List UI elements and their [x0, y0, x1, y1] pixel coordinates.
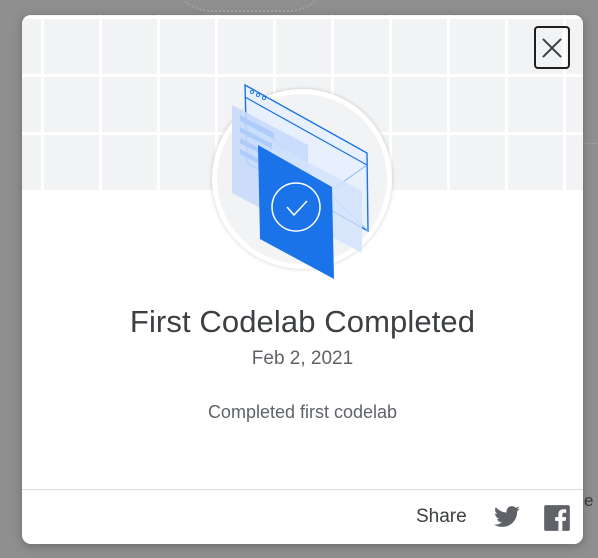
- badge-title: First Codelab Completed: [129, 304, 476, 339]
- background-text-fragment: e: [584, 491, 594, 510]
- twitter-icon: [494, 506, 520, 527]
- page-backdrop: e First Codelab Completed Feb 2, 2021 Co…: [0, 0, 598, 558]
- background-decoration: [170, 0, 330, 12]
- share-label: Share: [416, 506, 467, 527]
- badge-illustration: [212, 83, 394, 289]
- facebook-icon: [544, 505, 570, 531]
- background-divider: [583, 143, 598, 144]
- share-footer: Share: [22, 490, 583, 544]
- facebook-share-button[interactable]: [543, 504, 571, 532]
- codelab-badge-icon: [232, 83, 369, 279]
- badge-date: Feb 2, 2021: [251, 348, 354, 369]
- close-button[interactable]: [534, 26, 570, 69]
- badge-description: Completed first codelab: [207, 402, 398, 422]
- badge-dialog: First Codelab Completed Feb 2, 2021 Comp…: [22, 15, 583, 544]
- close-icon: [542, 37, 562, 58]
- twitter-share-button[interactable]: [492, 503, 522, 531]
